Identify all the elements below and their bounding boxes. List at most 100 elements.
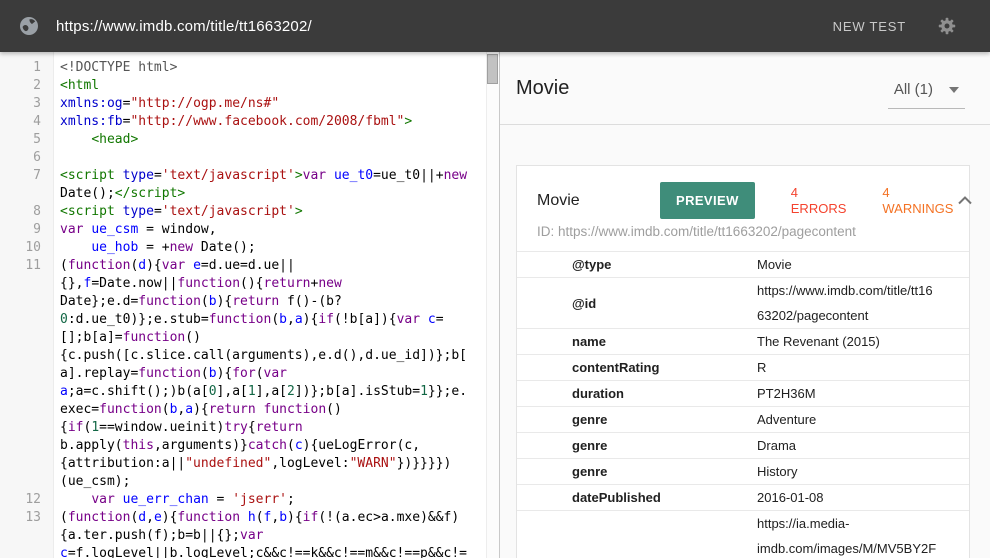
code-text: <html <box>54 77 499 95</box>
properties-table: @typeMovie@idhttps://www.imdb.com/title/… <box>517 251 969 558</box>
scrollbar-track <box>486 52 499 558</box>
code-line: 2<html <box>0 77 499 95</box>
code-text: <head> <box>54 131 499 149</box>
property-key: datePublished <box>517 485 757 511</box>
code-text: xmlns:fb="http://www.facebook.com/2008/f… <box>54 113 499 131</box>
property-key <box>517 511 757 558</box>
property-key: name <box>517 329 757 355</box>
errors-toggle[interactable]: 4 ERRORS <box>791 185 847 217</box>
errors-count: 4 <box>791 185 847 201</box>
warnings-toggle[interactable]: 4 WARNINGS <box>882 185 953 217</box>
property-key: @id <box>517 278 757 329</box>
globe-icon <box>18 15 40 37</box>
results-panel: Movie All (1) Movie PREVIEW 4 ERRORS 4 W… <box>500 52 990 558</box>
property-value: Movie <box>757 252 969 278</box>
warnings-label: WARNINGS <box>882 201 953 216</box>
gear-icon[interactable] <box>936 15 958 37</box>
code-line: 7<script type='text/javascript'>var ue_t… <box>0 167 499 203</box>
property-value: PT2H36M <box>757 381 969 407</box>
item-id: ID: https://www.imdb.com/title/tt1663202… <box>517 221 969 251</box>
property-key: genre <box>517 433 757 459</box>
table-row[interactable]: contentRatingR <box>517 355 969 381</box>
property-key: @type <box>517 252 757 278</box>
line-number: 7 <box>0 167 54 185</box>
code-lines: 1<!DOCTYPE html>2<html3xmlns:og="http://… <box>0 59 499 558</box>
property-key: contentRating <box>517 355 757 381</box>
code-line: 3xmlns:og="http://ogp.me/ns#" <box>0 95 499 113</box>
code-text: (function(d,e){function h(f,b){if(!(a.ec… <box>54 509 499 558</box>
code-line: 12 var ue_err_chan = 'jserr'; <box>0 491 499 509</box>
code-line: 9var ue_csm = window, <box>0 221 499 239</box>
line-number: 3 <box>0 95 54 113</box>
results-heading: Movie <box>516 77 569 100</box>
table-row[interactable]: genreHistory <box>517 459 969 485</box>
table-row[interactable]: @typeMovie <box>517 252 969 278</box>
url-input[interactable]: https://www.imdb.com/title/tt1663202/ <box>56 18 312 35</box>
result-type-title: Movie <box>537 192 632 210</box>
code-editor[interactable]: 1<!DOCTYPE html>2<html3xmlns:og="http://… <box>0 52 499 558</box>
filter-dropdown[interactable]: All (1) <box>888 77 965 109</box>
code-line: 4xmlns:fb="http://www.facebook.com/2008/… <box>0 113 499 131</box>
line-number: 9 <box>0 221 54 239</box>
property-value: https://ia.media- imdb.com/images/M/MV5B… <box>757 511 969 558</box>
results-header: Movie All (1) <box>500 52 990 125</box>
property-value: 2016-01-08 <box>757 485 969 511</box>
line-number: 12 <box>0 491 54 509</box>
property-key: duration <box>517 381 757 407</box>
source-panel: 1<!DOCTYPE html>2<html3xmlns:og="http://… <box>0 52 500 558</box>
line-number: 4 <box>0 113 54 131</box>
property-value: https://www.imdb.com/title/tt16 63202/pa… <box>757 278 969 329</box>
code-text: var ue_csm = window, <box>54 221 499 239</box>
code-line: 10 ue_hob = +new Date(); <box>0 239 499 257</box>
table-row[interactable]: @idhttps://www.imdb.com/title/tt16 63202… <box>517 278 969 329</box>
line-number: 1 <box>0 59 54 77</box>
code-line: 11(function(d){var e=d.ue=d.ue|| {},f=Da… <box>0 257 499 491</box>
table-row[interactable]: durationPT2H36M <box>517 381 969 407</box>
table-row[interactable]: genreDrama <box>517 433 969 459</box>
property-value: Adventure <box>757 407 969 433</box>
table-row[interactable]: https://ia.media- imdb.com/images/M/MV5B… <box>517 511 969 558</box>
properties-rows: @typeMovie@idhttps://www.imdb.com/title/… <box>517 252 969 558</box>
line-number: 13 <box>0 509 54 527</box>
code-text: ue_hob = +new Date(); <box>54 239 499 257</box>
result-card: Movie PREVIEW 4 ERRORS 4 WARNINGS ID: ht… <box>516 165 970 558</box>
code-line: 13(function(d,e){function h(f,b){if(!(a.… <box>0 509 499 558</box>
code-text: var ue_err_chan = 'jserr'; <box>54 491 499 509</box>
code-text: xmlns:og="http://ogp.me/ns#" <box>54 95 499 113</box>
property-value: Drama <box>757 433 969 459</box>
property-value: History <box>757 459 969 485</box>
filter-label: All (1) <box>894 81 933 98</box>
chevron-down-icon <box>949 87 959 93</box>
table-row[interactable]: datePublished2016-01-08 <box>517 485 969 511</box>
code-text <box>54 149 499 167</box>
property-key: genre <box>517 407 757 433</box>
line-number: 11 <box>0 257 54 275</box>
line-number: 6 <box>0 149 54 167</box>
property-value: R <box>757 355 969 381</box>
table-row[interactable]: genreAdventure <box>517 407 969 433</box>
code-line: 5 <head> <box>0 131 499 149</box>
code-text: (function(d){var e=d.ue=d.ue|| {},f=Date… <box>54 257 499 491</box>
line-number: 2 <box>0 77 54 95</box>
property-key: genre <box>517 459 757 485</box>
scrollbar-thumb[interactable] <box>487 54 498 84</box>
line-number: 5 <box>0 131 54 149</box>
line-number: 8 <box>0 203 54 221</box>
chevron-up-icon[interactable] <box>953 192 977 209</box>
table-row[interactable]: nameThe Revenant (2015) <box>517 329 969 355</box>
code-line: 8<script type='text/javascript'> <box>0 203 499 221</box>
line-number: 10 <box>0 239 54 257</box>
property-value: The Revenant (2015) <box>757 329 969 355</box>
code-text: <script type='text/javascript'> <box>54 203 499 221</box>
code-text: <script type='text/javascript'>var ue_t0… <box>54 167 499 203</box>
content: 1<!DOCTYPE html>2<html3xmlns:og="http://… <box>0 52 990 558</box>
code-line: 1<!DOCTYPE html> <box>0 59 499 77</box>
code-line: 6 <box>0 149 499 167</box>
warnings-count: 4 <box>882 185 953 201</box>
code-text: <!DOCTYPE html> <box>54 59 499 77</box>
preview-button[interactable]: PREVIEW <box>660 182 755 219</box>
result-card-header: Movie PREVIEW 4 ERRORS 4 WARNINGS <box>517 166 969 221</box>
top-bar: https://www.imdb.com/title/tt1663202/ NE… <box>0 0 990 52</box>
new-test-button[interactable]: NEW TEST <box>833 19 906 34</box>
errors-label: ERRORS <box>791 201 847 216</box>
